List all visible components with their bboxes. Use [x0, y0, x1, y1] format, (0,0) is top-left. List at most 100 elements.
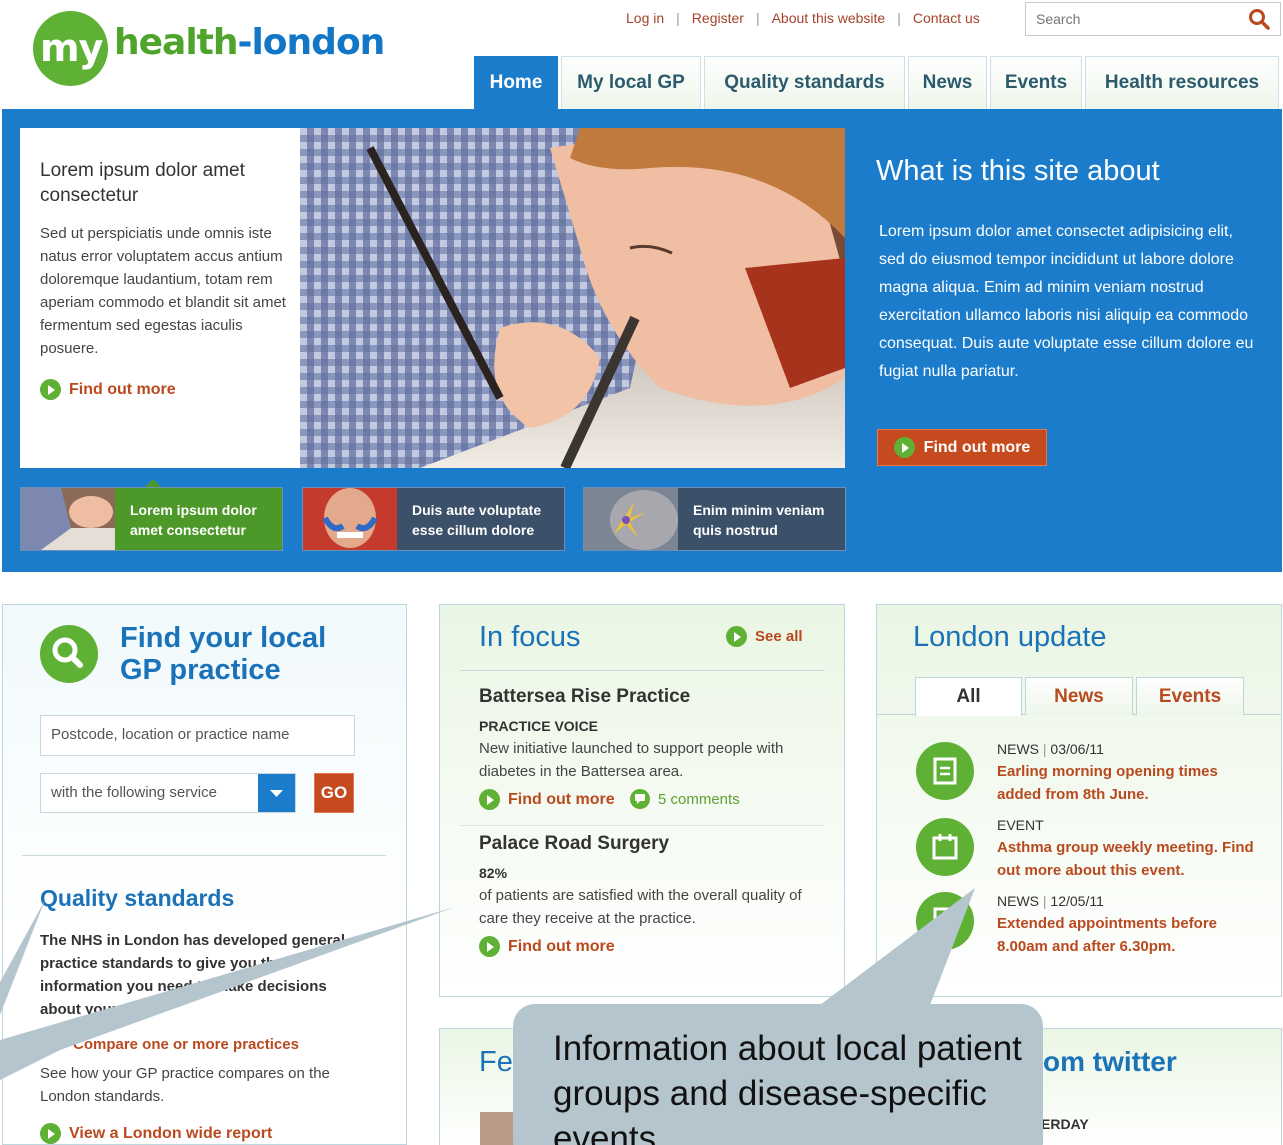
twitter-title: om twitter: [1043, 1046, 1177, 1077]
view-report-label: View a London wide report: [69, 1124, 273, 1142]
gp-title-line: Find your local: [120, 622, 327, 654]
arrow-icon: [40, 1123, 61, 1144]
hero-right-text: Lorem ipsum dolor amet consectet adipisi…: [879, 223, 1254, 380]
tab-news[interactable]: News: [908, 56, 987, 109]
chevron-down-icon[interactable]: [258, 774, 295, 812]
annotation-callout-text: Information about local patient groups a…: [553, 1029, 1022, 1145]
thumb-caption: Enim minim veniam quis nostrud: [678, 488, 845, 550]
thumb-photo: [21, 488, 115, 550]
in-focus-title: In focus: [479, 621, 581, 653]
tab-my-local-gp[interactable]: My local GP: [561, 56, 701, 109]
news-icon: [916, 892, 974, 950]
update-type: NEWS: [997, 741, 1039, 757]
twitter-day-label: ERDAY: [1041, 1116, 1089, 1132]
divider: [460, 825, 824, 826]
thumb-caption-line: Lorem ipsum dolor: [130, 502, 257, 518]
divider: [460, 670, 824, 671]
focus-item-link-label: Find out more: [508, 790, 615, 808]
london-update-title: London update: [913, 621, 1107, 653]
hero-find-out-more-button[interactable]: Find out more: [877, 429, 1047, 466]
tab-health-resources[interactable]: Health resources: [1085, 56, 1279, 109]
contact-link[interactable]: Contact us: [913, 10, 980, 26]
tab-quality-standards[interactable]: Quality standards: [704, 56, 905, 109]
gp-panel-title: Find your local GP practice: [120, 622, 326, 686]
focus-item-title[interactable]: Battersea Rise Practice: [479, 686, 690, 708]
update-link[interactable]: Asthma group weekly meeting. Find out mo…: [997, 836, 1257, 882]
thumb-caption-line: amet consectetur: [130, 522, 246, 538]
hero-feature-card: Lorem ipsum dolor amet consectetur Sed u…: [20, 128, 300, 468]
focus-item-title[interactable]: Palace Road Surgery: [479, 833, 669, 855]
focus-item-text: of patients are satisfied with the overa…: [479, 887, 802, 927]
login-link[interactable]: Log in: [626, 10, 664, 26]
utility-links: Log in | Register | About this website |…: [626, 10, 980, 26]
register-link[interactable]: Register: [692, 10, 744, 26]
news-icon: [916, 742, 974, 800]
hero-card-title: Lorem ipsum dolor amet consectetur: [40, 160, 245, 206]
hero-thumb-2[interactable]: Duis aute voluptate esse cillum dolore: [302, 487, 565, 551]
tab-home[interactable]: Home: [474, 56, 558, 109]
update-date: 12/05/11: [1050, 893, 1104, 909]
active-thumb-pointer: [145, 479, 161, 487]
tab-all[interactable]: All: [915, 677, 1022, 716]
focus-item-link[interactable]: Find out more: [479, 789, 615, 810]
focus-item-text: New initiative launched to support peopl…: [479, 740, 784, 780]
thumb-caption: Duis aute voluptate esse cillum dolore: [397, 488, 564, 550]
focus-item-link-label: Find out more: [508, 937, 615, 955]
search-icon[interactable]: [1248, 8, 1270, 30]
focus-item-stat: 82%: [479, 865, 508, 881]
comments-link[interactable]: 5 comments: [630, 789, 740, 809]
search-input[interactable]: [1036, 4, 1236, 34]
update-link[interactable]: Extended appointments before 8.00am and …: [997, 912, 1247, 958]
arrow-icon: [726, 626, 747, 647]
arrow-icon: [479, 936, 500, 957]
update-meta: NEWS | 12/05/11: [997, 893, 1104, 909]
arrow-icon: [893, 437, 915, 458]
calendar-icon: [916, 818, 974, 876]
focus-item-link[interactable]: Find out more: [479, 936, 615, 957]
update-type: EVENT: [997, 817, 1044, 833]
featured-title: Fe: [479, 1046, 513, 1078]
see-all-label: See all: [755, 628, 803, 645]
logo[interactable]: health-london: [114, 22, 385, 63]
update-link[interactable]: Earling morning opening times added from…: [997, 760, 1247, 806]
thumb-caption-line: Enim minim veniam: [693, 502, 825, 518]
tab-events[interactable]: Events: [990, 56, 1082, 109]
compare-text: See how your GP practice compares on the…: [40, 1065, 330, 1105]
comment-icon: [630, 789, 650, 809]
hero-right-title: What is this site about: [876, 155, 1160, 187]
about-link[interactable]: About this website: [772, 10, 886, 26]
search-box: [1025, 2, 1281, 36]
see-all-link[interactable]: See all: [726, 626, 803, 647]
hero-card-link[interactable]: Find out more: [40, 379, 176, 400]
search-icon: [40, 625, 98, 683]
thumb-caption-line: quis nostrud: [693, 522, 778, 538]
focus-item-sub: PRACTICE VOICE: [479, 718, 599, 734]
divider: [22, 855, 386, 856]
update-type: NEWS: [997, 893, 1039, 909]
thumb-photo: [584, 488, 678, 550]
hero-thumb-1[interactable]: Lorem ipsum dolor amet consectetur: [20, 487, 283, 551]
logo-dash: -: [237, 22, 253, 63]
logo-health-text: health: [114, 22, 239, 63]
logo-my-text: my: [40, 26, 103, 70]
compare-practices-link[interactable]: Compare one or more practices: [73, 1036, 299, 1053]
comments-label: 5 comments: [658, 790, 740, 808]
separator: |: [1039, 893, 1051, 909]
thumb-caption: Lorem ipsum dolor amet consectetur: [115, 488, 282, 550]
view-report-link[interactable]: View a London wide report: [40, 1123, 272, 1144]
hero-photo: [300, 128, 845, 468]
tab-events[interactable]: Events: [1136, 677, 1244, 715]
update-date: 03/06/11: [1050, 741, 1104, 757]
logo-london-text: london: [251, 22, 385, 63]
update-meta: NEWS | 03/06/11: [997, 741, 1104, 757]
quality-standards-title[interactable]: Quality standards: [40, 885, 234, 912]
separator: |: [1039, 741, 1051, 757]
tab-news[interactable]: News: [1025, 677, 1133, 715]
go-button[interactable]: GO: [314, 773, 354, 813]
arrow-icon: [479, 789, 500, 810]
featured-photo: [480, 1112, 514, 1145]
thumb-caption-line: Duis aute voluptate: [412, 502, 542, 518]
hero-thumb-3[interactable]: Enim minim veniam quis nostrud: [583, 487, 846, 551]
main-nav: Home My local GP Quality standards News …: [474, 56, 1282, 109]
location-input[interactable]: Postcode, location or practice name: [40, 715, 355, 756]
